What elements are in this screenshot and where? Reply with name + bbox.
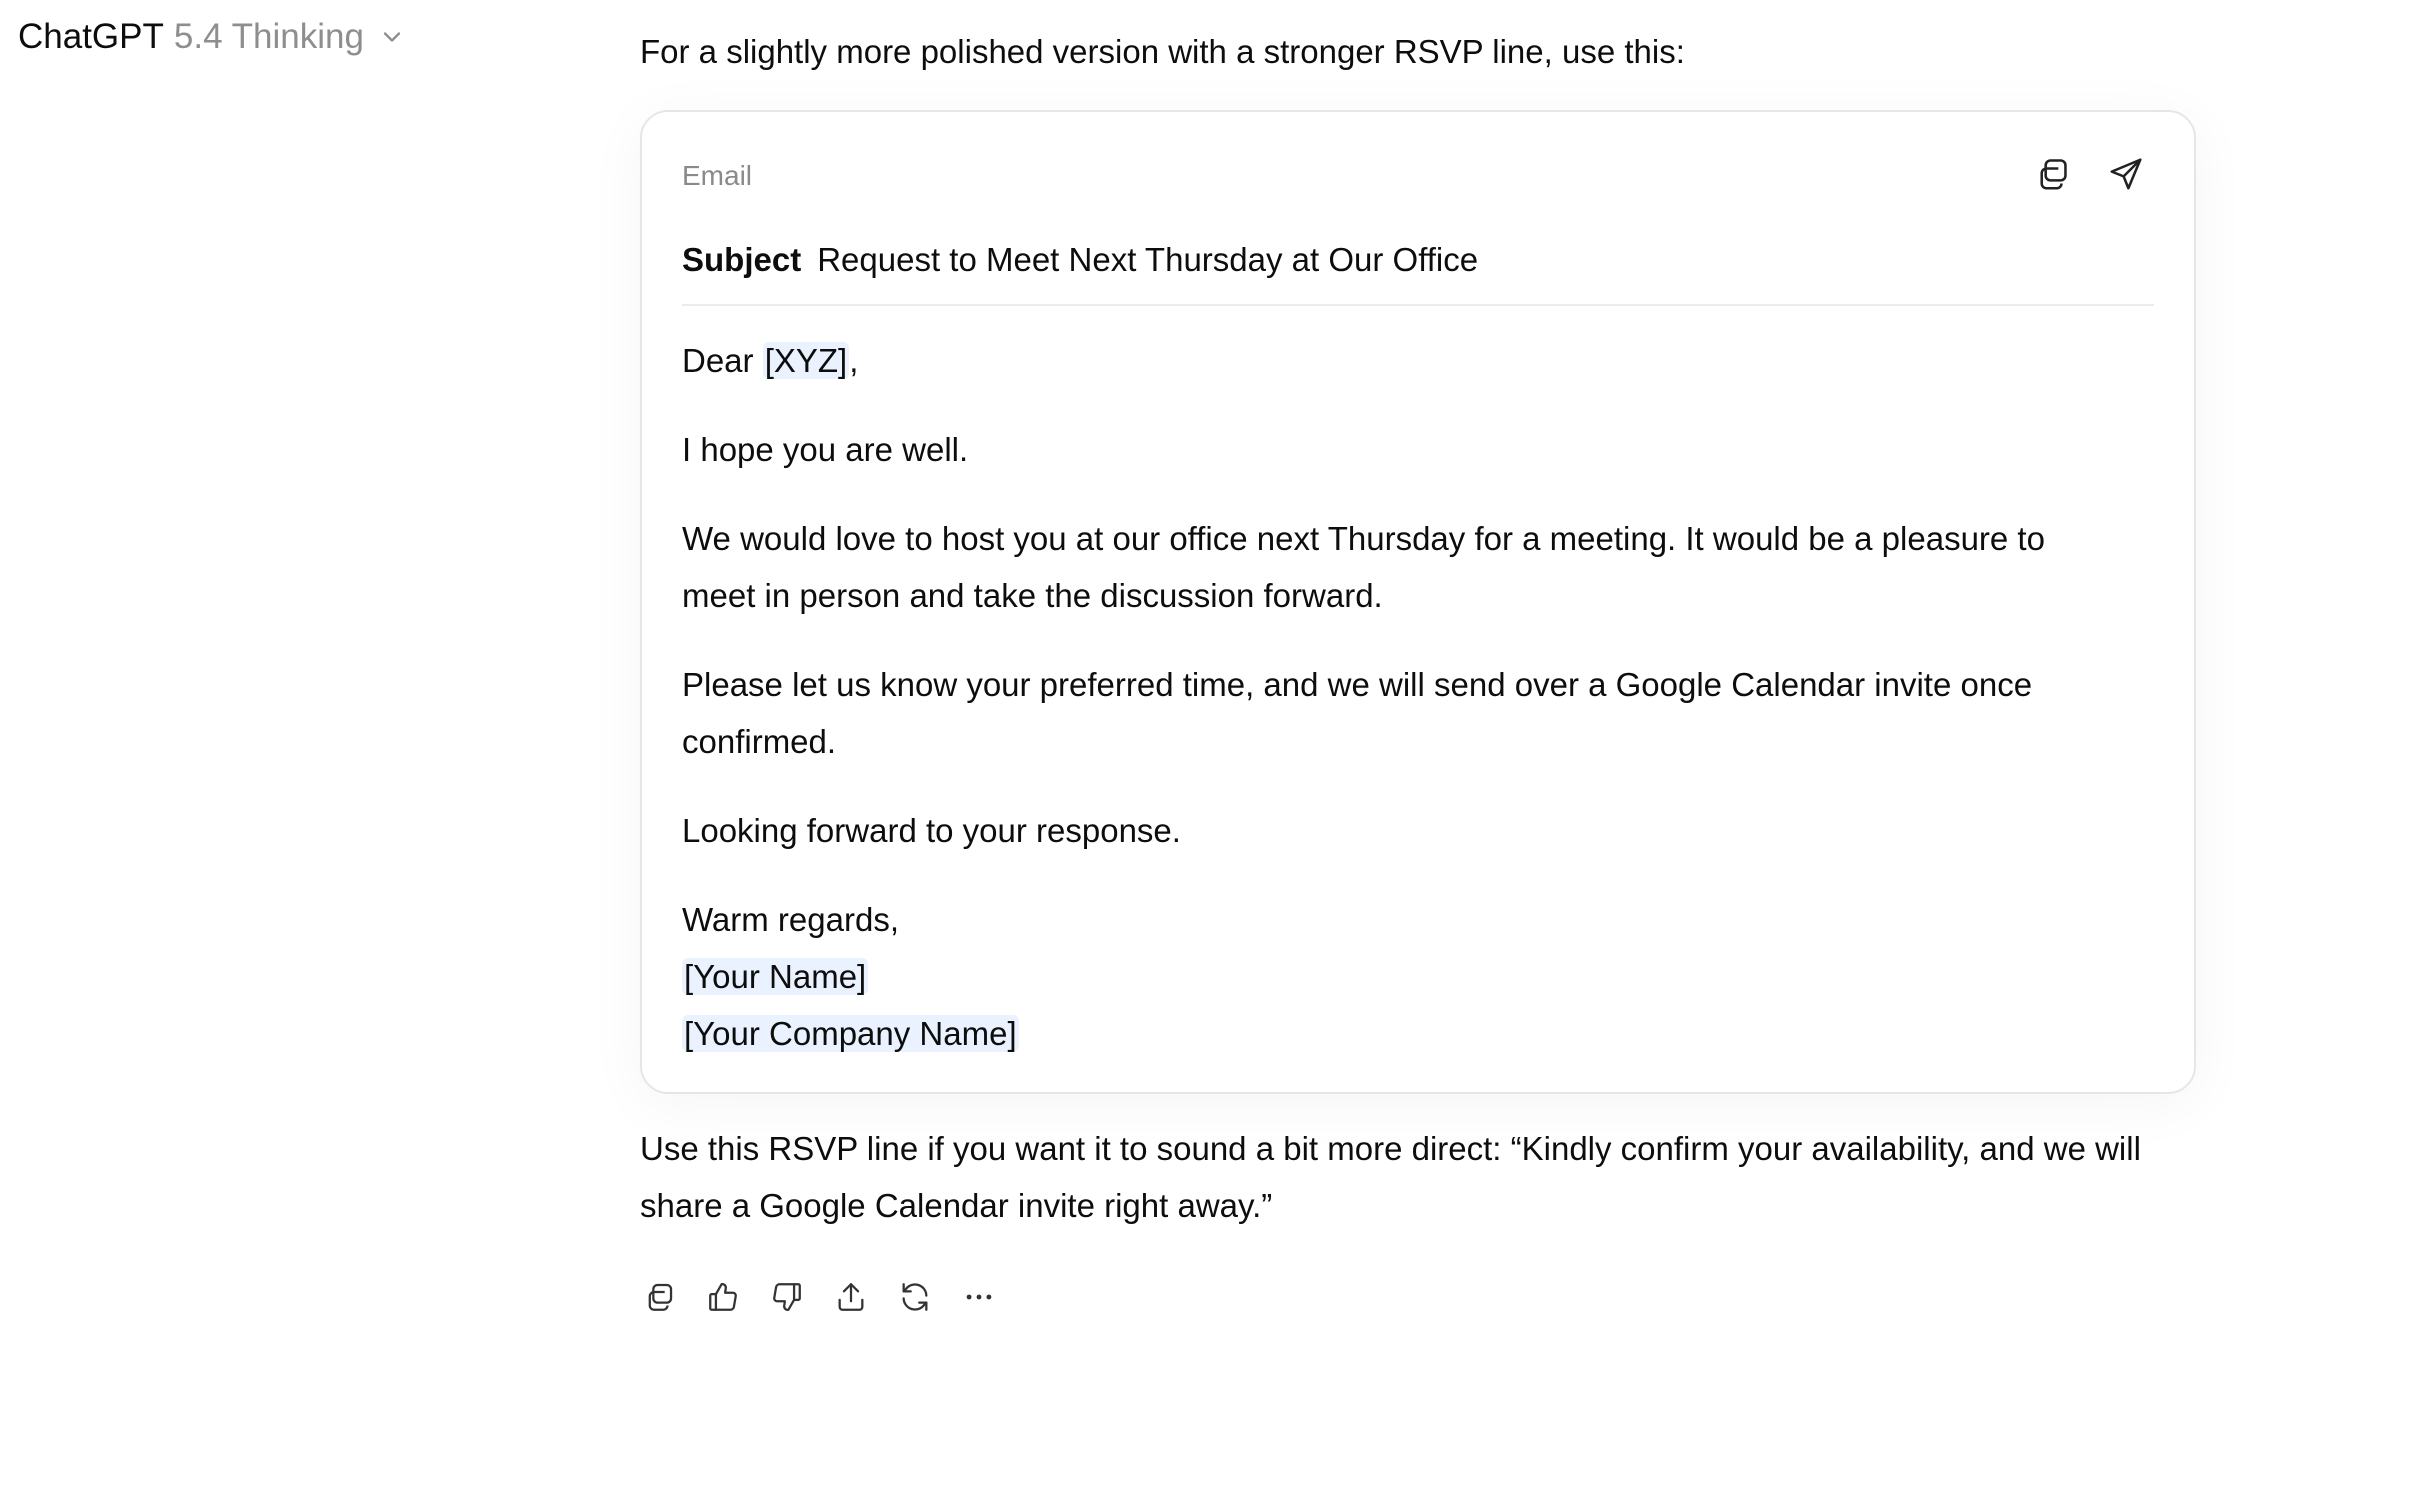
model-name: ChatGPT bbox=[18, 17, 164, 56]
company-placeholder: [Your Company Name] bbox=[682, 1015, 1019, 1052]
thumbs-down-icon[interactable] bbox=[768, 1278, 806, 1316]
greeting-suffix: , bbox=[849, 342, 859, 379]
email-subject-row: Subject Request to Meet Next Thursday at… bbox=[682, 228, 2154, 306]
recipient-placeholder: [XYZ] bbox=[762, 342, 850, 379]
email-greeting: Dear [XYZ], bbox=[682, 332, 2122, 389]
copy-icon[interactable] bbox=[2032, 154, 2072, 194]
email-paragraph: Looking forward to your response. bbox=[682, 812, 1181, 849]
email-card-label: Email bbox=[682, 160, 753, 191]
email-paragraph: We would love to host you at our office … bbox=[682, 520, 2045, 614]
model-version: 5.4 Thinking bbox=[173, 17, 364, 56]
message-intro: For a slightly more polished version wit… bbox=[640, 33, 1685, 70]
assistant-message: For a slightly more polished version wit… bbox=[640, 20, 2200, 1311]
subject-value: Request to Meet Next Thursday at Our Off… bbox=[817, 241, 1479, 278]
email-paragraph: Please let us know your preferred time, … bbox=[682, 666, 2033, 760]
send-icon[interactable] bbox=[2106, 154, 2146, 194]
share-icon[interactable] bbox=[832, 1278, 870, 1316]
chat-page: ChatGPT 5.4 Thinking For a slightly more… bbox=[0, 0, 2422, 1506]
name-placeholder: [Your Name] bbox=[682, 958, 869, 995]
email-body: Dear [XYZ], I hope you are well. We woul… bbox=[682, 332, 2122, 1062]
model-switcher[interactable]: ChatGPT 5.4 Thinking bbox=[18, 14, 406, 60]
email-paragraph: I hope you are well. bbox=[682, 431, 969, 468]
closing-line: Warm regards, bbox=[682, 901, 899, 938]
greeting-prefix: Dear bbox=[682, 342, 763, 379]
more-icon[interactable] bbox=[960, 1278, 998, 1316]
chevron-down-icon bbox=[378, 23, 406, 51]
email-card-actions bbox=[2032, 154, 2146, 194]
regenerate-icon[interactable] bbox=[896, 1278, 934, 1316]
subject-label: Subject bbox=[682, 241, 802, 278]
message-toolbar bbox=[640, 1278, 998, 1316]
signature-name-line: [Your Name] bbox=[682, 948, 2122, 1005]
email-card: Email Subject Request to Meet Next Thurs… bbox=[640, 110, 2196, 1094]
signature-company-line: [Your Company Name] bbox=[682, 1005, 2122, 1062]
email-signoff: Warm regards, [Your Name] [Your Company … bbox=[682, 891, 2122, 1062]
message-outro: Use this RSVP line if you want it to sou… bbox=[640, 1130, 2141, 1224]
thumbs-up-icon[interactable] bbox=[704, 1278, 742, 1316]
copy-icon[interactable] bbox=[640, 1278, 678, 1316]
